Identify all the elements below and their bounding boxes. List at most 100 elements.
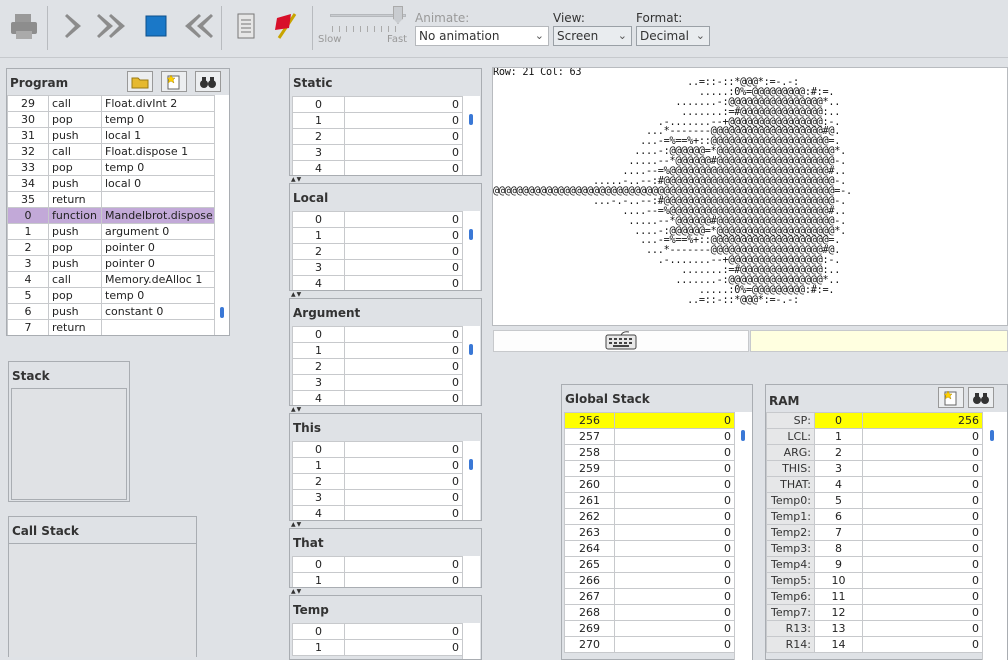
segment-value[interactable]: 0 [344, 326, 462, 343]
segment-value[interactable]: 0 [344, 441, 462, 458]
segment-row[interactable]: 00 [292, 556, 462, 573]
segment-value[interactable]: 0 [344, 96, 462, 113]
program-row[interactable]: 30 pop temp 0 [7, 111, 214, 128]
program-row[interactable]: 29 call Float.divInt 2 [7, 95, 214, 112]
script-button[interactable] [228, 6, 264, 46]
segment-value[interactable]: 0 [344, 505, 462, 520]
reset-button[interactable] [180, 6, 216, 46]
ram-row[interactable]: ARG: 2 0 [766, 444, 982, 461]
ram-value[interactable]: 0 [862, 556, 982, 573]
ram-row[interactable]: Temp6: 11 0 [766, 588, 982, 605]
stack-value[interactable]: 0 [614, 412, 734, 429]
scroll-thumb[interactable] [469, 459, 473, 470]
speed-slider-thumb[interactable] [393, 6, 403, 24]
stack-value[interactable]: 0 [614, 556, 734, 573]
ram-value[interactable]: 0 [862, 588, 982, 605]
segment-row[interactable]: 40 [292, 505, 462, 520]
ram-find-button[interactable] [968, 387, 994, 408]
stack-value[interactable]: 0 [614, 524, 734, 541]
scroll-thumb[interactable] [469, 229, 473, 240]
segment-scrollbar[interactable] [462, 556, 480, 587]
segment-scrollbar[interactable] [462, 96, 480, 175]
segment-row[interactable]: 00 [292, 441, 462, 458]
segment-row[interactable]: 00 [292, 96, 462, 113]
segment-value[interactable]: 0 [344, 128, 462, 145]
segment-row[interactable]: 00 [292, 326, 462, 343]
segment-value[interactable]: 0 [344, 275, 462, 290]
segment-row[interactable]: 00 [292, 623, 462, 640]
global-stack-row[interactable]: 270 0 [564, 636, 734, 653]
global-stack-row[interactable]: 264 0 [564, 540, 734, 557]
program-row[interactable]: 31 push local 1 [7, 127, 214, 144]
global-stack-row[interactable]: 257 0 [564, 428, 734, 445]
segment-row[interactable]: 10 [292, 639, 462, 656]
ram-row[interactable]: THIS: 3 0 [766, 460, 982, 477]
segment-value[interactable]: 0 [344, 556, 462, 573]
stack-value[interactable]: 0 [614, 588, 734, 605]
single-step-button[interactable] [55, 6, 91, 46]
global-stack-row[interactable]: 268 0 [564, 604, 734, 621]
program-row[interactable]: 33 pop temp 0 [7, 159, 214, 176]
ram-value[interactable]: 0 [862, 476, 982, 493]
segment-value[interactable]: 0 [344, 623, 462, 640]
segment-row[interactable]: 30 [292, 259, 462, 276]
global-stack-row[interactable]: 263 0 [564, 524, 734, 541]
stack-value[interactable]: 0 [614, 636, 734, 653]
program-row[interactable]: 7 return [7, 319, 214, 335]
global-stack-scrollbar[interactable] [734, 412, 752, 660]
segment-value[interactable]: 0 [344, 112, 462, 129]
segment-row[interactable]: 40 [292, 275, 462, 290]
segment-value[interactable]: 0 [344, 489, 462, 506]
segment-row[interactable]: 10 [292, 457, 462, 474]
scroll-thumb[interactable] [990, 430, 994, 441]
segment-value[interactable]: 0 [344, 390, 462, 405]
ram-row[interactable]: Temp5: 10 0 [766, 572, 982, 589]
find-button[interactable] [195, 71, 221, 92]
program-row[interactable]: 2 pop pointer 0 [7, 239, 214, 256]
segment-value[interactable]: 0 [344, 473, 462, 490]
segment-row[interactable]: 20 [292, 473, 462, 490]
scroll-thumb[interactable] [469, 344, 473, 355]
ram-row[interactable]: Temp3: 8 0 [766, 540, 982, 557]
segment-value[interactable]: 0 [344, 374, 462, 391]
ram-scrollbar[interactable] [982, 412, 1007, 660]
ram-row[interactable]: THAT: 4 0 [766, 476, 982, 493]
program-row[interactable]: 32 call Float.dispose 1 [7, 143, 214, 160]
ram-value[interactable]: 0 [862, 492, 982, 509]
segment-value[interactable]: 0 [344, 342, 462, 359]
segment-row[interactable]: 30 [292, 489, 462, 506]
run-button[interactable] [94, 6, 130, 46]
global-stack-row[interactable]: 261 0 [564, 492, 734, 509]
segment-row[interactable]: 20 [292, 243, 462, 260]
ram-value[interactable]: 256 [862, 412, 982, 429]
global-stack-row[interactable]: 259 0 [564, 460, 734, 477]
scroll-thumb[interactable] [469, 114, 473, 125]
stack-value[interactable]: 0 [614, 620, 734, 637]
global-stack-row[interactable]: 260 0 [564, 476, 734, 493]
ram-value[interactable]: 0 [862, 444, 982, 461]
global-stack-row[interactable]: 265 0 [564, 556, 734, 573]
ram-value[interactable]: 0 [862, 508, 982, 525]
ram-row[interactable]: R14: 14 0 [766, 636, 982, 653]
global-stack-row[interactable]: 266 0 [564, 572, 734, 589]
ram-row[interactable]: LCL: 1 0 [766, 428, 982, 445]
ram-row[interactable]: Temp4: 9 0 [766, 556, 982, 573]
stack-value[interactable]: 0 [614, 460, 734, 477]
ram-row[interactable]: R13: 13 0 [766, 620, 982, 637]
ram-row[interactable]: Temp7: 12 0 [766, 604, 982, 621]
keyboard-icon[interactable] [604, 330, 638, 352]
segment-row[interactable]: 30 [292, 144, 462, 161]
breakpoints-button[interactable] [268, 6, 304, 46]
stack-value[interactable]: 0 [614, 540, 734, 557]
stop-button[interactable] [138, 6, 174, 46]
segment-row[interactable]: 10 [292, 227, 462, 244]
ram-value[interactable]: 0 [862, 524, 982, 541]
segment-scrollbar[interactable] [462, 441, 480, 520]
segment-value[interactable]: 0 [344, 144, 462, 161]
animate-select[interactable]: No animation ⌄ [415, 26, 549, 46]
program-row[interactable]: 34 push local 0 [7, 175, 214, 192]
global-stack-row[interactable]: 269 0 [564, 620, 734, 637]
stack-value[interactable]: 0 [614, 476, 734, 493]
ram-value[interactable]: 0 [862, 636, 982, 653]
ram-row[interactable]: Temp0: 5 0 [766, 492, 982, 509]
